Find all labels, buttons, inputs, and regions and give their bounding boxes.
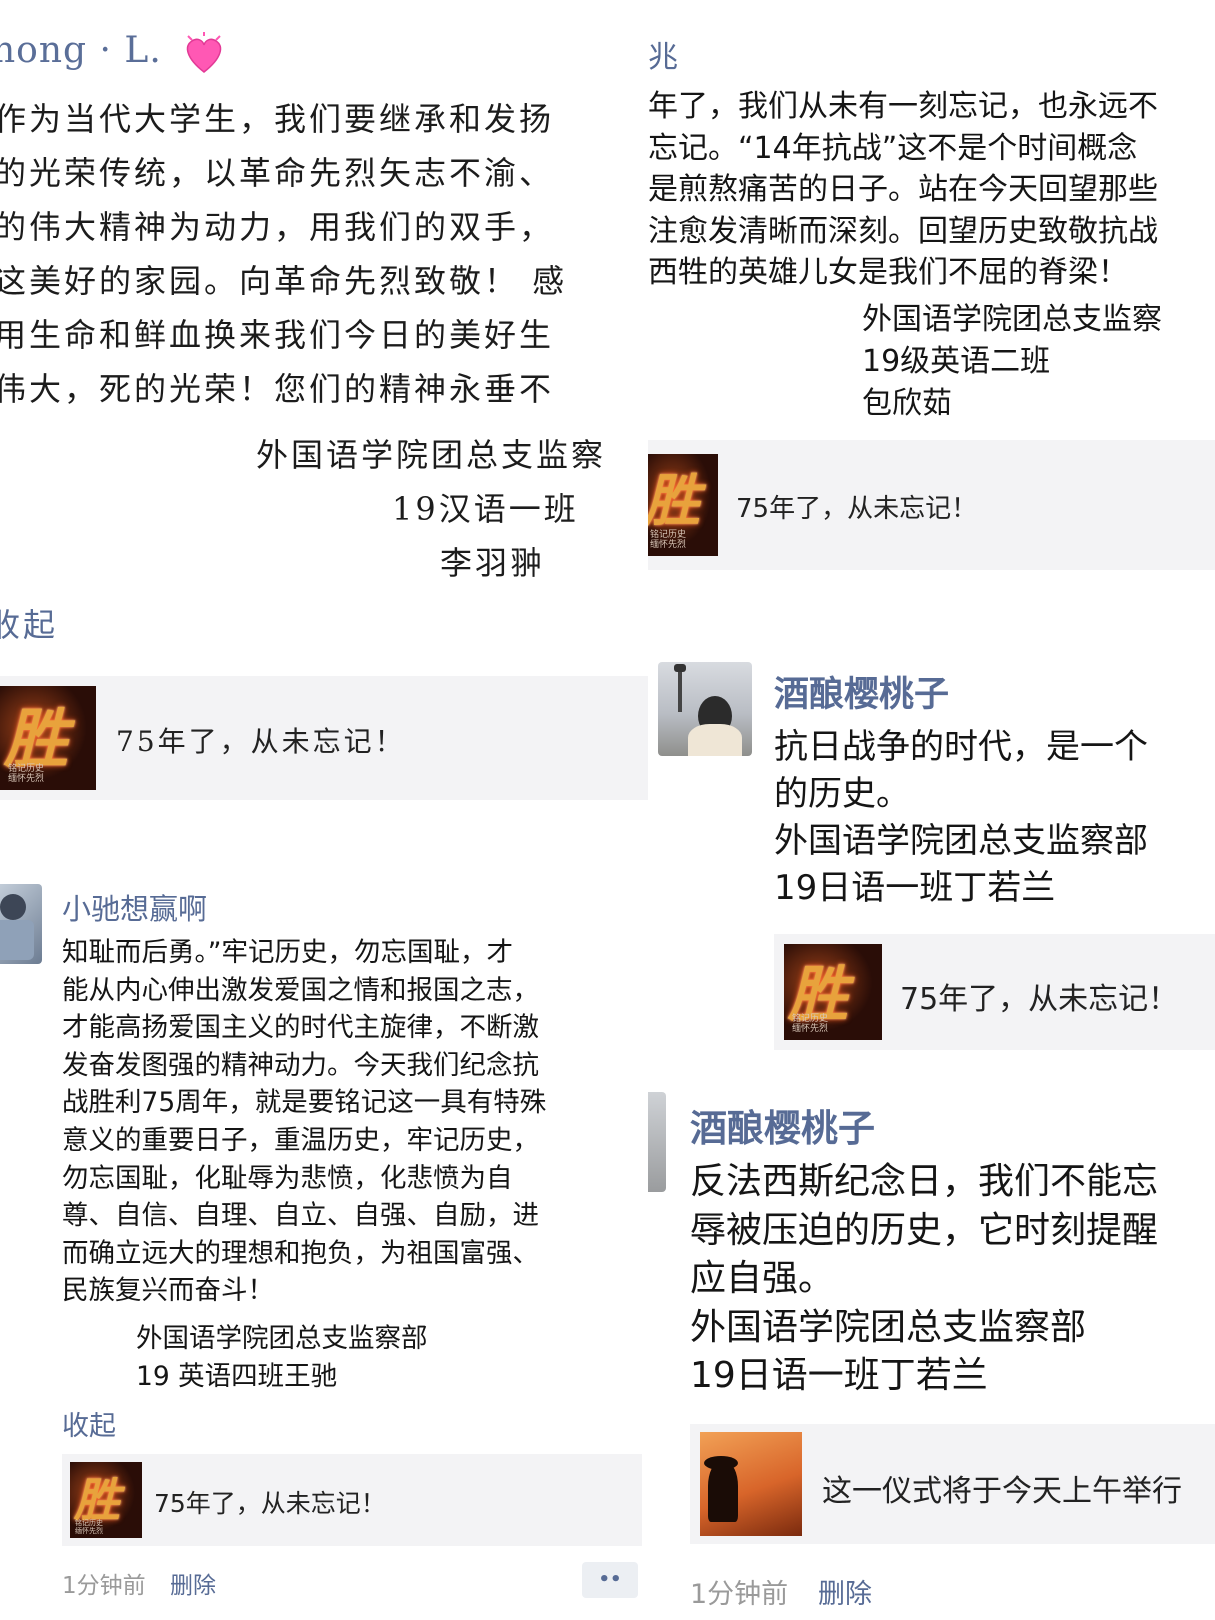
post-body-text: 反法西斯纪念日，我们不能忘 辱被压迫的历史，它时刻提醒 应自强。 外国语学院团总… [690, 1158, 1158, 1401]
post-signature-class: 19汉语一班 [392, 490, 579, 528]
post-line: 19日语一班丁若兰 [690, 1355, 988, 1396]
post-body-text: 作为当代大学生，我们要继承和发扬 的光荣传统，以革命先烈矢志不渝、 的伟大精神为… [0, 92, 567, 416]
post-line: 年了，我们从未有一刻忘记，也永远不 [648, 89, 1158, 124]
post-line: 才能高扬爱国主义的时代主旋律，不断激 [62, 1012, 539, 1044]
post-author-name[interactable]: 酒酿樱桃子 [774, 666, 949, 717]
shared-link-thumbnail: 胜 铭记历史 缅怀先烈 [70, 1462, 142, 1538]
post-line: 是煎熬痛苦的日子。站在今天回望那些 [648, 172, 1158, 207]
post-line: 西牲的英雄儿女是我们不屈的脊梁！ [648, 255, 1128, 290]
shared-link-card[interactable]: 胜 铭记历史 缅怀先烈 75年了，从未忘记！ [774, 934, 1215, 1050]
post-signature-author: 李羽翀 [440, 544, 546, 582]
post-line: 应自强。 [690, 1258, 835, 1299]
post-signature-dept: 外国语学院团总支监察 [862, 302, 1162, 337]
collapse-link[interactable]: 收起 [0, 600, 58, 646]
shared-link-thumbnail: 胜 铭记历史 缅怀先烈 [648, 454, 718, 556]
user-avatar[interactable] [658, 662, 752, 756]
post-line: 尊、自信、自理、自立、自强、自励，进 [62, 1200, 539, 1232]
post-line: 战胜利75周年，就是要铭记这一具有特殊 [62, 1087, 547, 1119]
post-line: 用生命和鲜血换来我们今日的美好生 [0, 316, 555, 354]
post-signature-class: 19级英语二班 [862, 344, 1051, 379]
post-signature-dept: 外国语学院团总支监察部 [136, 1323, 428, 1354]
post-line: 的历史。 [774, 774, 910, 814]
shared-link-title: 75年了，从未忘记！ [116, 725, 406, 758]
post-author-name[interactable]: 酒酿樱桃子 [690, 1098, 875, 1152]
post-line: 的光荣传统，以革命先烈矢志不渝、 [0, 154, 555, 192]
post-line: 知耻而后勇。”牢记历史，勿忘国耻，才 [62, 937, 513, 968]
post-timestamp: 1分钟前 [690, 1579, 789, 1610]
delete-post-button[interactable]: 删除 [170, 1566, 216, 1600]
post-line: 能从内心伸出激发爱国之情和报国之志， [62, 974, 539, 1006]
user-avatar[interactable] [0, 884, 42, 964]
post-line: 意义的重要日子，重温历史，牢记历史， [62, 1124, 539, 1156]
post-signature-author: 包欣茹 [862, 386, 952, 421]
shared-link-thumbnail [700, 1432, 802, 1536]
post-line: 而确立远大的理想和抱负，为祖国富强、 [62, 1237, 539, 1269]
post-line: 抗日战争的时代，是一个 [774, 727, 1148, 767]
post-line: 注愈发清晰而深刻。回望历史致敬抗战 [648, 213, 1158, 249]
post-line: 这美好的家园。向革命先烈致敬！ 感 [0, 262, 568, 300]
post-signature-author: 19 英语四班王驰 [136, 1361, 338, 1392]
shared-link-title: 75年了，从未忘记！ [736, 494, 978, 524]
post-line: 19日语一班丁若兰 [774, 868, 1056, 908]
shared-link-title: 75年了，从未忘记！ [154, 1489, 386, 1518]
post-body-text: 年了，我们从未有一刻忘记，也永远不 忘记。“14年抗战”这不是个时间概念 是煎熬… [648, 86, 1158, 294]
shared-link-card[interactable]: 这一仪式将于今天上午举行 [690, 1424, 1215, 1544]
post-body-text: 抗日战争的时代，是一个 的历史。 外国语学院团总支监察部 19日语一班丁若兰 [774, 724, 1148, 912]
post-line: 的伟大精神为动力，用我们的双手， [0, 208, 555, 246]
post-line: 作为当代大学生，我们要继承和发扬 [0, 100, 555, 138]
post-signature-dept: 外国语学院团总支监察 [256, 436, 607, 474]
post-author-name[interactable]: hong · L. [0, 30, 162, 71]
shared-link-title: 这一仪式将于今天上午举行 [822, 1474, 1182, 1509]
post-line: 伟大，死的光荣！您们的精神永垂不 [0, 370, 555, 408]
delete-post-button[interactable]: 删除 [818, 1572, 872, 1611]
post-line: 民族复兴而奋斗！ [62, 1275, 274, 1307]
left-screenshot-panel: hong · L. 作为当代大学生，我们要继承和发扬 的光荣传统，以革命先烈矢志… [0, 0, 648, 1620]
heart-emoji-icon [180, 30, 228, 78]
post-line: 外国语学院团总支监察部 [690, 1306, 1087, 1348]
post-author-name[interactable]: 小驰想赢啊 [62, 886, 207, 928]
post-line: 勿忘国耻，化耻辱为悲愤，化悲愤为自 [62, 1162, 513, 1194]
shared-link-title: 75年了，从未忘记！ [900, 982, 1179, 1017]
shared-link-thumbnail: 胜 铭记历史 缅怀先烈 [0, 686, 96, 790]
collapse-link[interactable]: 收起 [62, 1404, 116, 1443]
post-line: 反法西斯纪念日，我们不能忘 [690, 1161, 1159, 1202]
post-line: 外国语学院团总支监察部 [774, 821, 1148, 861]
more-actions-button[interactable]: •• [582, 1562, 638, 1598]
right-screenshot-panel: 兆 年了，我们从未有一刻忘记，也永远不 忘记。“14年抗战”这不是个时间概念 是… [648, 0, 1215, 1620]
post-line: 辱被压迫的历史，它时刻提醒 [690, 1209, 1159, 1251]
user-avatar[interactable] [648, 1092, 666, 1192]
post-body-text: 知耻而后勇。”牢记历史，勿忘国耻，才 能从内心伸出激发爱国之情和报国之志， 才能… [62, 934, 546, 1310]
shared-link-card[interactable]: 胜 铭记历史 缅怀先烈 75年了，从未忘记！ [0, 676, 648, 800]
shared-link-card[interactable]: 胜 铭记历史 缅怀先烈 75年了，从未忘记！ [62, 1454, 642, 1546]
post-line: 发奋发图强的精神动力。今天我们纪念抗 [62, 1049, 539, 1081]
shared-link-card[interactable]: 胜 铭记历史 缅怀先烈 75年了，从未忘记！ [648, 440, 1215, 570]
post-author-name[interactable]: 兆 [648, 32, 678, 76]
post-line: 忘记。“14年抗战”这不是个时间概念 [648, 130, 1138, 166]
post-timestamp: 1分钟前 [62, 1573, 146, 1599]
shared-link-thumbnail: 胜 铭记历史 缅怀先烈 [784, 944, 882, 1040]
